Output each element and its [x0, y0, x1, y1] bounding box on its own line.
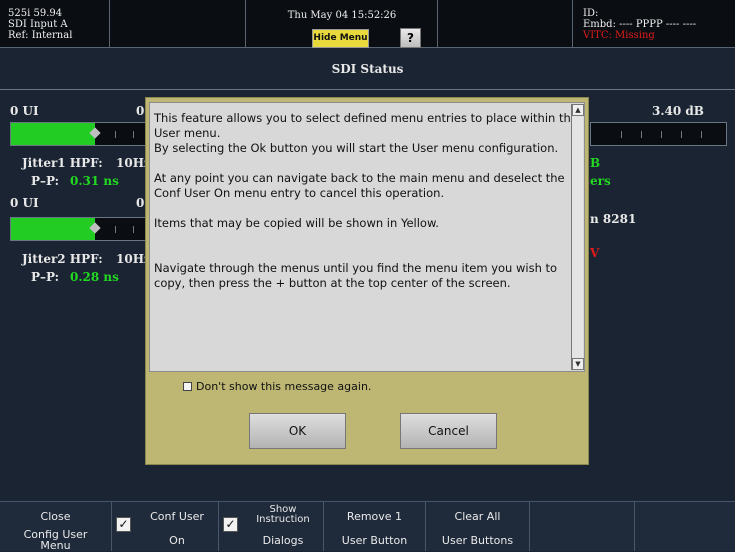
instruction-dialog: This feature allows you to select define…	[145, 97, 589, 465]
softkey-label: On	[169, 534, 185, 547]
remove-user-button[interactable]: Remove 1 User Button	[324, 502, 426, 551]
scroll-up-icon[interactable]: ▲	[572, 104, 584, 116]
embedded-audio-label: Embd: ---- PPPP ---- ----	[583, 19, 697, 30]
softkey-empty[interactable]	[530, 502, 635, 551]
vitc-status-label: VITC: Missing	[583, 30, 655, 41]
top-status-bar: 525i 59.94 SDI Input A Ref: Internal Thu…	[0, 0, 735, 48]
message-text: This feature allows you to select define…	[154, 111, 578, 291]
message-paragraph: Items that may be copied will be shown i…	[154, 216, 439, 230]
panel-title: SDI Status	[331, 62, 404, 76]
show-dialogs-checkbox-icon[interactable]: ✓	[223, 517, 238, 532]
meter-tick	[701, 131, 702, 138]
softkey-label: User Buttons	[441, 534, 514, 547]
message-paragraph: At any point you can navigate back to th…	[154, 171, 565, 200]
jitter1-pp-label: P–P:	[31, 174, 60, 188]
meter-tick	[621, 131, 622, 138]
cable-loss-value: 3.40 dB	[652, 104, 704, 118]
jitter2-meter	[10, 217, 150, 241]
message-scrollbar[interactable]: ▲ ▼	[571, 104, 584, 370]
dont-show-again-label: Don't show this message again.	[196, 380, 372, 393]
jitter2-meter-fill	[11, 218, 95, 240]
dont-show-again-checkbox[interactable]	[183, 382, 192, 391]
meter-tick	[661, 131, 662, 138]
conf-user-checkbox-icon[interactable]: ✓	[116, 517, 131, 532]
close-config-user-menu-button[interactable]: Close Config User Menu	[0, 502, 112, 552]
panel-divider	[0, 89, 735, 90]
jitter1-hpf-label: Jitter1 HPF:	[22, 156, 103, 170]
cancel-button[interactable]: Cancel	[400, 413, 497, 449]
message-paragraph: Navigate through the menus until you fin…	[154, 261, 558, 290]
id-readout: ID: Embd: ---- PPPP ---- ---- VITC: Miss…	[573, 0, 735, 47]
cable-loss-meter	[590, 122, 727, 146]
softkey-label: Remove 1	[346, 510, 403, 523]
softkey-label: Dialogs	[262, 534, 304, 547]
softkey-empty[interactable]	[635, 502, 735, 551]
softkey-label: User Button	[341, 534, 408, 547]
partial-value-label: n 8281	[590, 212, 637, 226]
jitter1-meter-fill	[11, 123, 95, 145]
ok-button[interactable]: OK	[249, 413, 346, 449]
help-button[interactable]: ?	[400, 28, 421, 48]
jitter2-meter-min-label: 0 UI	[10, 196, 39, 210]
message-paragraph: By selecting the Ok button you will star…	[154, 141, 559, 155]
clear-all-user-buttons-button[interactable]: Clear All User Buttons	[426, 502, 530, 551]
jitter2-pp-value: 0.28 ns	[70, 270, 119, 284]
softkey-label: Show	[269, 504, 297, 515]
meter-tick	[641, 131, 642, 138]
softkey-label: Instruction	[256, 514, 310, 525]
meter-tick	[133, 226, 134, 233]
meter-tick	[681, 131, 682, 138]
meter-tick	[133, 131, 134, 138]
conf-user-on-button[interactable]: ✓ Conf User On	[112, 502, 219, 551]
status-cell-empty	[110, 0, 246, 47]
show-instruction-dialogs-button[interactable]: ✓ Show Instruction Dialogs	[219, 502, 324, 551]
input-label: SDI Input A	[8, 19, 68, 30]
partial-red-label: V	[590, 246, 600, 260]
softkey-label: Menu	[40, 539, 71, 552]
jitter2-meter-max-label: 0	[136, 196, 145, 210]
partial-green-label: B	[590, 156, 601, 170]
softkey-label: Close	[40, 510, 71, 523]
status-cell-empty	[438, 0, 573, 47]
partial-green-label: ers	[590, 174, 611, 188]
datetime-label: Thu May 04 15:52:26	[287, 10, 397, 21]
jitter1-meter	[10, 122, 150, 146]
message-box: This feature allows you to select define…	[149, 102, 585, 372]
hide-menu-button[interactable]: Hide Menu	[312, 29, 369, 48]
jitter1-meter-min-label: 0 UI	[10, 104, 39, 118]
softkey-label: Clear All	[454, 510, 501, 523]
softkey-label: Conf User	[150, 510, 204, 523]
jitter2-hpf-label: Jitter2 HPF:	[22, 252, 103, 266]
meter-tick	[115, 131, 116, 138]
reference-label: Ref: Internal	[8, 30, 73, 41]
scroll-down-icon[interactable]: ▼	[572, 358, 584, 370]
meter-tick	[115, 226, 116, 233]
jitter1-pp-value: 0.31 ns	[70, 174, 119, 188]
id-label: ID:	[583, 8, 599, 19]
soft-key-bar: Close Config User Menu ✓ Conf User On ✓ …	[0, 501, 735, 552]
signal-status-readout: 525i 59.94 SDI Input A Ref: Internal	[0, 0, 110, 47]
jitter1-meter-max-label: 0	[136, 104, 145, 118]
jitter2-pp-label: P–P:	[31, 270, 60, 284]
format-label: 525i 59.94	[8, 8, 63, 19]
dont-show-again-option[interactable]: Don't show this message again.	[183, 380, 371, 393]
clock-cell: Thu May 04 15:52:26 Hide Menu ?	[246, 0, 438, 48]
message-paragraph: This feature allows you to select define…	[154, 111, 578, 140]
